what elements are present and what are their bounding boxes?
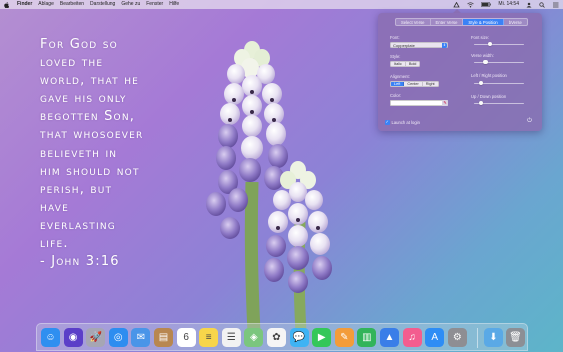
- menu-fenster[interactable]: Fenster: [146, 0, 163, 9]
- apple-menu-icon[interactable]: [4, 1, 9, 8]
- keynote-icon[interactable]: ▲: [380, 328, 399, 347]
- align-center-button[interactable]: Center: [404, 82, 423, 86]
- verse-line: world, that he: [40, 73, 140, 89]
- notes-icon[interactable]: ≡: [199, 328, 219, 347]
- app-store-icon[interactable]: A: [425, 328, 445, 347]
- tab-enter-verse[interactable]: Enter Verse: [431, 19, 464, 25]
- verse-width-slider[interactable]: [474, 59, 524, 65]
- menu-hilfe[interactable]: Hilfe: [169, 0, 179, 9]
- up-down-position-label: Up / Down position: [471, 94, 507, 99]
- align-right-button[interactable]: Right: [423, 82, 438, 86]
- spotlight-search-icon[interactable]: [539, 1, 545, 8]
- tab-style-position[interactable]: Style & Position: [463, 19, 504, 25]
- slider-track: [474, 61, 524, 63]
- launch-at-login-checkbox[interactable]: ✓ Launch at login: [385, 120, 420, 125]
- wallpaper-flower-image: [206, 41, 332, 332]
- slider-knob[interactable]: [478, 100, 484, 106]
- notification-center-icon[interactable]: [552, 2, 559, 8]
- verse-line: everlasting: [40, 217, 116, 233]
- contacts-icon[interactable]: ▤: [154, 328, 173, 347]
- alignment-segmented-control: Left Center Right: [390, 81, 439, 87]
- finder-icon[interactable]: ☺: [41, 328, 60, 347]
- pages-icon[interactable]: ✎: [334, 328, 354, 347]
- system-preferences-icon[interactable]: ⚙: [447, 328, 467, 347]
- font-size-label: Font size:: [471, 35, 490, 40]
- trash-icon[interactable]: 🗑: [506, 328, 525, 347]
- dock-separator: [477, 328, 478, 348]
- style-italic-button[interactable]: Italic: [391, 62, 406, 66]
- preferences-tabs: Select Verse Enter Verse Style & Positio…: [395, 18, 528, 26]
- reminders-icon[interactable]: ☰: [221, 328, 241, 347]
- verse-line: loved the: [40, 55, 104, 71]
- downloads-folder-icon[interactable]: ⬇: [484, 328, 503, 347]
- color-picker-icon[interactable]: ✎: [442, 100, 448, 106]
- style-segmented-control: Italic Bold: [390, 61, 421, 67]
- tab-select-verse[interactable]: Select Verse: [396, 19, 431, 25]
- verse-line: that whosoever: [40, 127, 144, 143]
- battery-icon[interactable]: [481, 2, 492, 7]
- menu-finder[interactable]: Finder: [17, 0, 32, 9]
- menu-darstellung[interactable]: Darstellung: [90, 0, 115, 9]
- safari-icon[interactable]: ◎: [108, 328, 128, 347]
- style-label: Style:: [390, 54, 401, 59]
- launchpad-icon[interactable]: 🚀: [86, 328, 106, 347]
- power-quit-icon[interactable]: ⏻: [526, 118, 533, 125]
- checkmark-icon[interactable]: ✓: [385, 120, 390, 125]
- verse-line: have: [40, 199, 69, 215]
- verse-preferences-popover: Select Verse Enter Verse Style & Positio…: [378, 9, 542, 131]
- slider-knob[interactable]: [478, 80, 484, 86]
- slider-knob[interactable]: [483, 59, 488, 65]
- verse-line: begotten Son,: [40, 109, 136, 125]
- facetime-icon[interactable]: ▶: [312, 328, 332, 347]
- align-left-button[interactable]: Left: [391, 82, 405, 86]
- alignment-label: Alignment:: [390, 74, 410, 79]
- style-bold-button[interactable]: Bold: [406, 62, 420, 66]
- wifi-icon[interactable]: [467, 1, 475, 8]
- user-icon[interactable]: [526, 2, 532, 8]
- bible-verse-menu-icon[interactable]: [453, 1, 461, 8]
- bible-verse-text: For God so loved the world, that he gave…: [40, 36, 192, 271]
- verse-line: For God so: [40, 37, 118, 52]
- calendar-icon[interactable]: 6: [176, 328, 196, 347]
- verse-reference: - John 3:16: [40, 254, 120, 270]
- tab-bverse[interactable]: bVerse: [504, 19, 527, 25]
- numbers-icon[interactable]: ▥: [357, 328, 377, 347]
- verse-line: gave his only: [40, 91, 127, 107]
- siri-icon[interactable]: ◉: [63, 328, 83, 347]
- font-label: Font:: [390, 35, 400, 40]
- slider-track: [474, 43, 524, 45]
- font-size-slider[interactable]: [474, 41, 524, 47]
- color-label: Color:: [390, 93, 402, 98]
- menu-gehe-zu[interactable]: Gehe zu: [121, 0, 140, 9]
- verse-width-label: Verse width:: [471, 53, 494, 58]
- menu-bearbeiten[interactable]: Bearbeiten: [60, 0, 84, 9]
- left-right-position-slider[interactable]: [474, 80, 524, 86]
- verse-line: him should not: [40, 163, 140, 179]
- itunes-icon[interactable]: ♫: [402, 328, 422, 347]
- color-well[interactable]: [390, 100, 448, 106]
- chevron-up-down-icon: ⇕: [442, 43, 447, 49]
- left-right-position-label: Left / Right position: [471, 73, 507, 78]
- popover-arrow: [453, 9, 461, 13]
- maps-icon[interactable]: ◈: [244, 328, 264, 347]
- slider-knob[interactable]: [487, 41, 493, 47]
- launch-at-login-label: Launch at login: [391, 120, 420, 125]
- messages-icon[interactable]: 💬: [289, 328, 309, 347]
- menu-bar: Finder Ablage Bearbeiten Darstellung Geh…: [0, 0, 563, 9]
- photos-icon[interactable]: ✿: [267, 328, 286, 347]
- verse-line: believeth in: [40, 145, 118, 161]
- desktop-background: Finder Ablage Bearbeiten Darstellung Geh…: [0, 0, 563, 352]
- verse-line: life.: [40, 236, 69, 252]
- menu-ablage[interactable]: Ablage: [38, 0, 54, 9]
- menu-bar-clock[interactable]: Mi. 14:54: [498, 0, 519, 9]
- verse-line: perish, but: [40, 181, 113, 197]
- font-popup-value: Copperplate: [393, 43, 415, 48]
- mail-icon[interactable]: ✉: [131, 328, 151, 347]
- up-down-position-slider[interactable]: [474, 100, 524, 106]
- font-popup[interactable]: Copperplate ⇕: [390, 42, 448, 49]
- dock: ☺ ◉ 🚀 ◎ ✉ ▤ 6 ≡ ☰ ◈ ✿ 💬 ▶ ✎ ▥ ▲ ♫ A ⚙ ⬇ 🗑: [36, 323, 528, 351]
